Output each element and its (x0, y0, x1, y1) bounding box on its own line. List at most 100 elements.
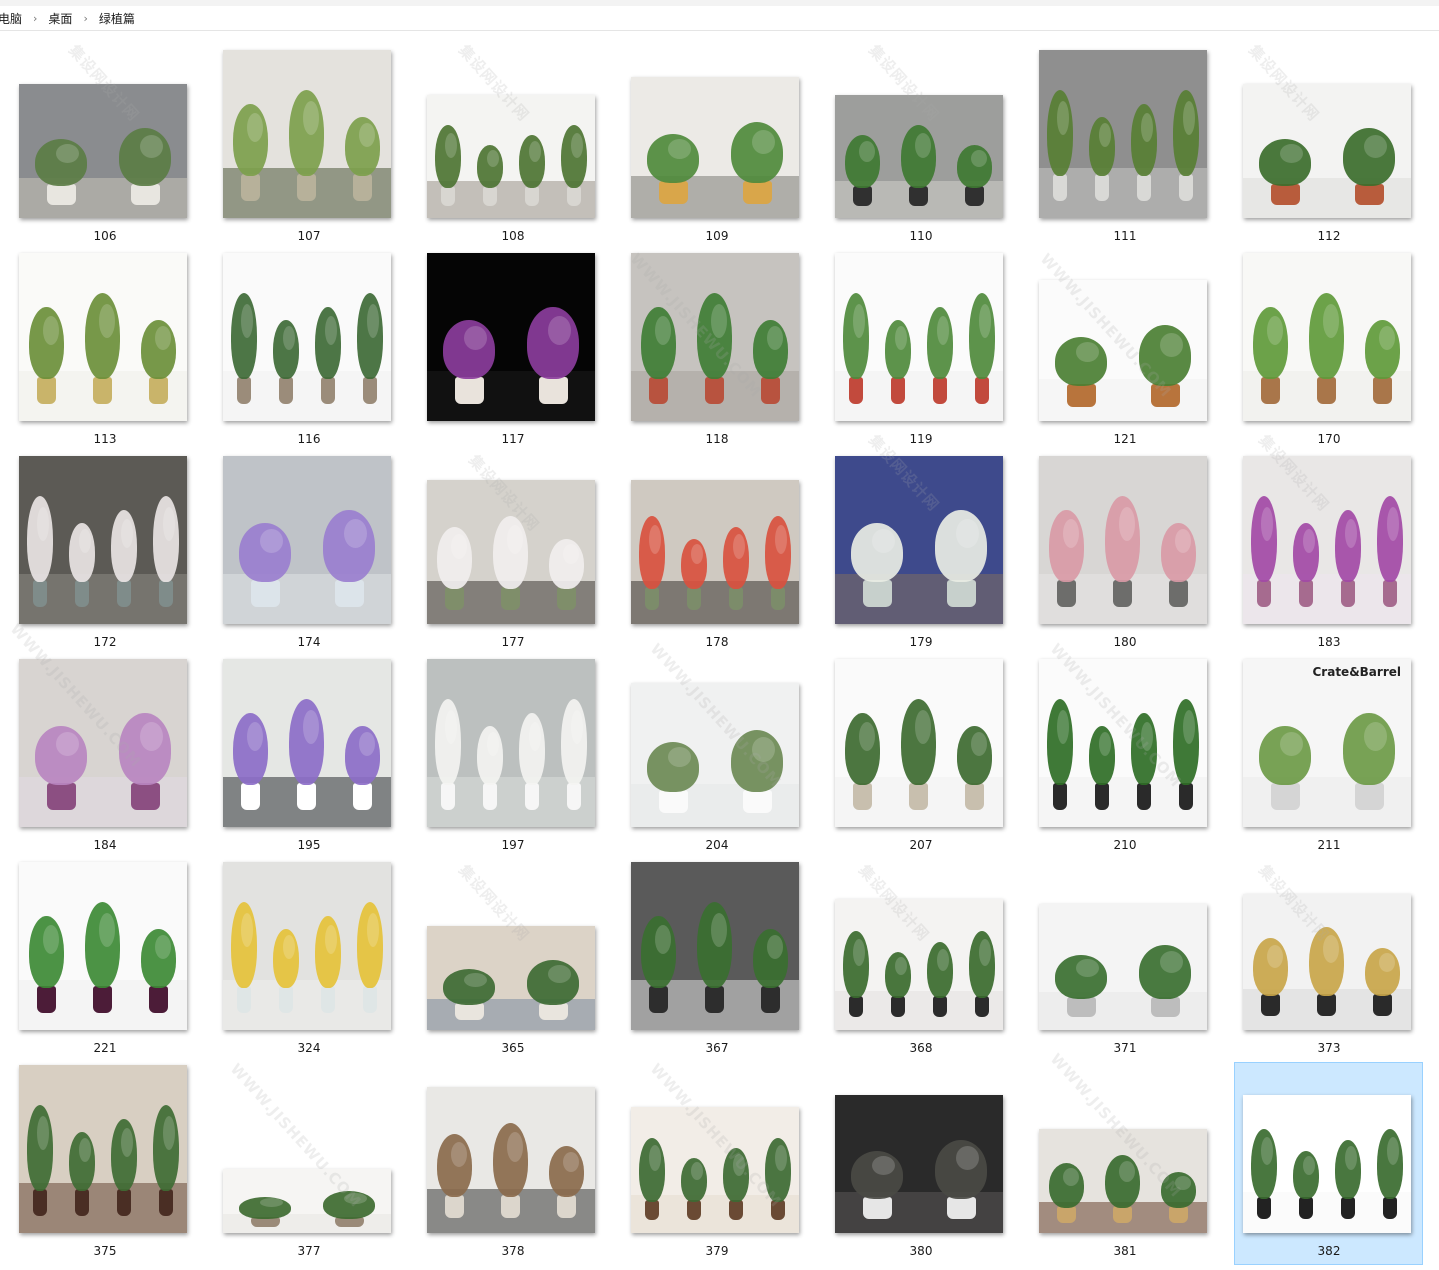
file-item[interactable]: 179 (835, 456, 1007, 652)
file-thumbnail[interactable] (835, 1095, 1003, 1233)
file-thumbnail[interactable] (19, 862, 187, 1030)
file-item[interactable]: 113 (19, 253, 191, 449)
breadcrumb-item-current-folder[interactable]: 绿植篇 (95, 10, 139, 27)
file-item[interactable]: 110 (835, 50, 1007, 246)
file-item[interactable]: 379 (631, 1065, 803, 1261)
chevron-right-icon[interactable]: › (76, 12, 94, 25)
file-item[interactable]: 381 (1039, 1065, 1211, 1261)
file-item[interactable]: 221 (19, 862, 191, 1058)
file-thumbnail[interactable] (1243, 1095, 1411, 1233)
file-thumbnail[interactable] (631, 1107, 799, 1233)
file-item[interactable]: 170 (1243, 253, 1415, 449)
file-item[interactable]: 108 (427, 50, 599, 246)
file-thumbnail[interactable] (19, 659, 187, 827)
file-thumbnail[interactable] (1039, 904, 1207, 1030)
file-name-label: 177 (501, 635, 525, 649)
file-thumbnail[interactable] (835, 456, 1003, 624)
file-item[interactable]: 183 (1243, 456, 1415, 652)
file-thumbnail[interactable] (223, 253, 391, 421)
plant-highlight (571, 133, 583, 158)
file-thumbnail[interactable] (427, 480, 595, 624)
file-item[interactable]: 177 (427, 456, 599, 652)
file-item[interactable]: 172 (19, 456, 191, 652)
file-thumbnail[interactable] (1039, 456, 1207, 624)
file-thumbnail[interactable] (1243, 84, 1411, 218)
file-thumbnail[interactable] (19, 1065, 187, 1233)
file-item[interactable]: 382 (1234, 1062, 1423, 1265)
file-item[interactable]: 111 (1039, 50, 1211, 246)
file-item[interactable]: 373 (1243, 862, 1415, 1058)
plant-highlight (1345, 1146, 1357, 1170)
file-item[interactable]: 178 (631, 456, 803, 652)
file-thumbnail[interactable] (1243, 456, 1411, 624)
file-thumbnail[interactable] (631, 480, 799, 624)
file-item[interactable]: 197 (427, 659, 599, 855)
file-item[interactable]: 195 (223, 659, 395, 855)
pot-shape (1317, 994, 1336, 1016)
file-thumbnail[interactable] (1039, 50, 1207, 218)
file-thumbnail[interactable] (19, 456, 187, 624)
file-thumbnail[interactable] (19, 84, 187, 218)
file-thumbnail[interactable] (835, 253, 1003, 421)
file-item[interactable]: 106 (19, 50, 191, 246)
file-item[interactable]: 121 (1039, 253, 1211, 449)
file-thumbnail[interactable] (631, 253, 799, 421)
file-item[interactable]: 368 (835, 862, 1007, 1058)
file-thumbnail[interactable] (427, 659, 595, 827)
file-item[interactable]: 184 (19, 659, 191, 855)
pot-shape (525, 186, 539, 206)
file-item[interactable]: 174 (223, 456, 395, 652)
file-thumbnail[interactable] (631, 683, 799, 827)
breadcrumb-item-computer[interactable]: 电脑 (0, 10, 26, 27)
file-thumbnail[interactable] (631, 862, 799, 1030)
file-thumbnail[interactable] (427, 95, 595, 218)
breadcrumb-item-desktop[interactable]: 桌面 (44, 10, 76, 27)
file-thumbnail[interactable] (223, 659, 391, 827)
file-thumbnail[interactable] (1243, 253, 1411, 421)
file-thumbnail[interactable] (835, 659, 1003, 827)
file-thumbnail[interactable] (223, 862, 391, 1030)
plant-highlight (775, 525, 787, 554)
file-item[interactable]: 380 (835, 1065, 1007, 1261)
file-thumbnail[interactable] (223, 1169, 391, 1233)
file-name-label: 381 (1113, 1244, 1137, 1258)
file-thumbnail[interactable] (223, 50, 391, 218)
file-item[interactable]: 365 (427, 862, 599, 1058)
file-thumbnail[interactable] (427, 253, 595, 421)
file-thumbnail[interactable] (223, 456, 391, 624)
file-item[interactable]: 367 (631, 862, 803, 1058)
file-item[interactable]: 371 (1039, 862, 1211, 1058)
file-thumbnail[interactable] (1039, 280, 1207, 421)
file-item[interactable]: 375 (19, 1065, 191, 1261)
file-name-label: 382 (1317, 1244, 1341, 1258)
file-item[interactable]: 116 (223, 253, 395, 449)
file-item[interactable]: 107 (223, 50, 395, 246)
file-thumbnail[interactable] (427, 1087, 595, 1233)
file-name-label: 108 (501, 229, 525, 243)
file-item[interactable]: 207 (835, 659, 1007, 855)
file-item[interactable]: 210 (1039, 659, 1211, 855)
file-item[interactable]: Crate&Barrel 211 (1243, 659, 1415, 855)
file-thumbnail[interactable] (1243, 894, 1411, 1030)
file-item[interactable]: 119 (835, 253, 1007, 449)
file-item[interactable]: 109 (631, 50, 803, 246)
file-thumbnail[interactable] (19, 253, 187, 421)
file-thumbnail[interactable] (835, 95, 1003, 218)
file-item[interactable]: 324 (223, 862, 395, 1058)
file-item[interactable]: 204 (631, 659, 803, 855)
file-item[interactable]: 112 (1243, 50, 1415, 246)
file-thumbnail[interactable] (1039, 1129, 1207, 1233)
file-item[interactable]: 378 (427, 1065, 599, 1261)
file-name-label: 178 (705, 635, 729, 649)
chevron-right-icon[interactable]: › (26, 12, 44, 25)
file-thumbnail[interactable] (427, 926, 595, 1030)
file-thumbnail[interactable] (835, 899, 1003, 1030)
file-thumbnail[interactable]: Crate&Barrel (1243, 659, 1411, 827)
file-item[interactable]: 377 (223, 1065, 395, 1261)
file-item[interactable]: 117 (427, 253, 599, 449)
file-thumbnail[interactable] (1039, 659, 1207, 827)
pot-shape (321, 377, 335, 404)
file-thumbnail[interactable] (631, 77, 799, 218)
file-item[interactable]: 180 (1039, 456, 1211, 652)
file-item[interactable]: 118 (631, 253, 803, 449)
